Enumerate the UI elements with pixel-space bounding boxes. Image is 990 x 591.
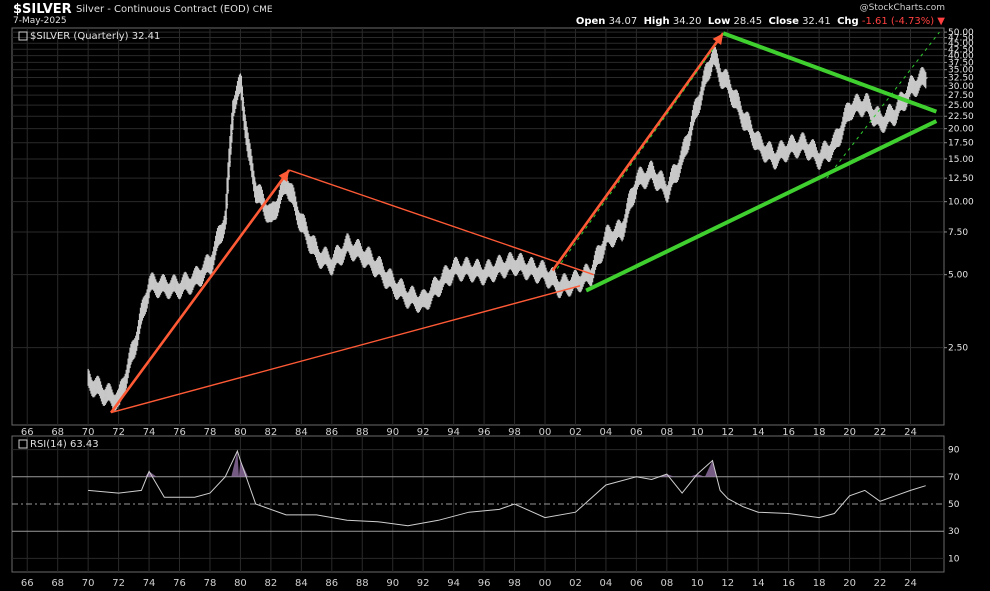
rsi-y-tick-label: 90 bbox=[948, 446, 960, 456]
price-grid bbox=[12, 28, 944, 425]
y-tick-label: 10.00 bbox=[948, 198, 974, 208]
rsi-y-tick-label: 30 bbox=[948, 527, 960, 537]
orange-trendline bbox=[109, 169, 291, 414]
rsi-legend-swatch bbox=[18, 439, 28, 449]
rsi-x-tick-label: 18 bbox=[813, 578, 826, 589]
price-y-axis: 50.0047.5045.0042.5040.0037.5035.0032.50… bbox=[944, 28, 974, 354]
rsi-panel: 90 70 50 30 10 RSI(14) 63.43 bbox=[11, 435, 960, 573]
y-tick-label: 27.50 bbox=[948, 91, 974, 101]
rsi-x-tick-label: 76 bbox=[173, 578, 186, 589]
rsi-x-tick-label: 78 bbox=[204, 578, 217, 589]
rsi-x-axis: 66 68 70 72 74 76 78 80 82 84 86 88 90 92 94 96 98 00 02 04… bbox=[21, 578, 917, 589]
y-tick-label: 12.50 bbox=[948, 174, 974, 184]
rsi-x-tick-label: 92 bbox=[417, 578, 430, 589]
rsi-legend: RSI(14) 63.43 bbox=[30, 439, 99, 450]
trendlines bbox=[109, 31, 940, 414]
rsi-x-tick-label: 00 bbox=[539, 578, 552, 589]
price-panel-frame bbox=[11, 27, 945, 426]
rsi-x-tick-label: 70 bbox=[82, 578, 95, 589]
rsi-x-tick-label: 24 bbox=[904, 578, 917, 589]
rsi-x-tick-label: 98 bbox=[508, 578, 521, 589]
rsi-y-tick-label: 10 bbox=[948, 554, 960, 564]
rsi-x-tick-label: 14 bbox=[752, 578, 765, 589]
y-tick-label: 20.00 bbox=[948, 125, 974, 135]
rsi-line bbox=[88, 449, 926, 527]
y-tick-label: 22.50 bbox=[948, 112, 974, 122]
rsi-x-tick-label: 72 bbox=[112, 578, 125, 589]
green-trendline bbox=[722, 31, 938, 114]
rsi-grid bbox=[12, 436, 944, 572]
rsi-x-tick-label: 90 bbox=[386, 578, 399, 589]
rsi-x-tick-label: 06 bbox=[630, 578, 643, 589]
rsi-x-tick-label: 96 bbox=[478, 578, 491, 589]
rsi-x-tick-label: 20 bbox=[843, 578, 856, 589]
y-tick-label: 2.50 bbox=[948, 344, 968, 354]
rsi-x-tick-label: 10 bbox=[691, 578, 704, 589]
rsi-x-tick-label: 84 bbox=[295, 578, 308, 589]
y-tick-label: 25.00 bbox=[948, 101, 974, 111]
rsi-x-tick-label: 68 bbox=[51, 578, 64, 589]
rsi-x-tick-label: 22 bbox=[874, 578, 887, 589]
rsi-x-tick-label: 04 bbox=[600, 578, 613, 589]
rsi-x-tick-label: 82 bbox=[265, 578, 278, 589]
rsi-x-tick-label: 02 bbox=[569, 578, 582, 589]
orange-trendline bbox=[110, 285, 581, 414]
rsi-x-tick-label: 86 bbox=[325, 578, 338, 589]
legend-swatch bbox=[18, 31, 28, 41]
rsi-x-tick-label: 08 bbox=[660, 578, 673, 589]
rsi-x-tick-label: 66 bbox=[21, 578, 34, 589]
rsi-y-tick-label: 70 bbox=[948, 473, 960, 483]
y-tick-label: 5.00 bbox=[948, 271, 968, 281]
rsi-x-tick-label: 94 bbox=[447, 578, 460, 589]
rsi-x-tick-label: 80 bbox=[234, 578, 247, 589]
price-panel: 50.0047.5045.0042.5040.0037.5035.0032.50… bbox=[11, 27, 974, 426]
rsi-x-tick-label: 74 bbox=[143, 578, 156, 589]
rsi-series-line bbox=[88, 449, 926, 527]
rsi-x-tick-label: 88 bbox=[356, 578, 369, 589]
rsi-x-tick-label: 16 bbox=[782, 578, 795, 589]
y-tick-label: 15.00 bbox=[948, 155, 974, 165]
price-legend: $SILVER (Quarterly) 32.41 bbox=[30, 31, 160, 42]
rsi-y-tick-label: 50 bbox=[948, 500, 960, 510]
rsi-y-axis: 90 70 50 30 10 bbox=[948, 446, 960, 565]
y-tick-label: 17.50 bbox=[948, 139, 974, 149]
y-tick-label: 7.50 bbox=[948, 228, 968, 238]
chart-canvas[interactable]: 50.0047.5045.0042.5040.0037.5035.0032.50… bbox=[0, 0, 990, 591]
rsi-x-tick-label: 12 bbox=[721, 578, 734, 589]
price-bars bbox=[87, 45, 928, 411]
